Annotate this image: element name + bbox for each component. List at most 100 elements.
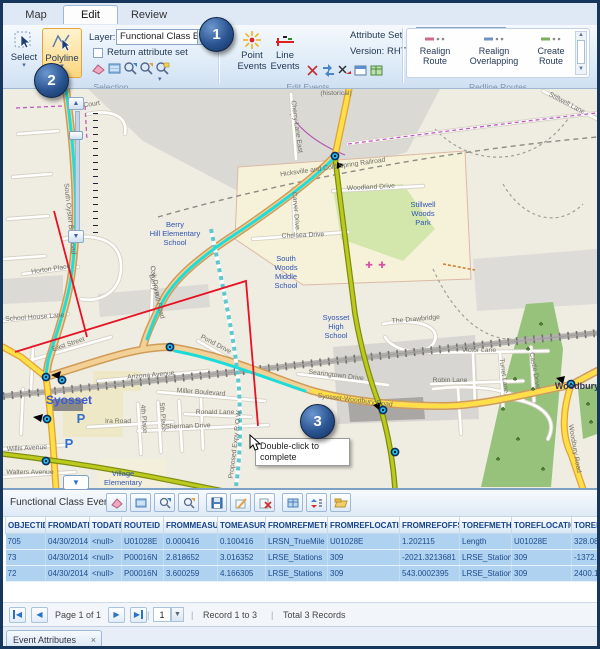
retire-event-icon[interactable]	[337, 63, 352, 78]
show-selected-icon[interactable]	[130, 493, 151, 512]
ribbon-tab-bar: Map Edit Review	[3, 3, 597, 26]
svg-text:Woods: Woods	[274, 263, 297, 272]
parking-icon: P	[65, 436, 74, 451]
select-caret[interactable]: ▾	[7, 63, 41, 68]
svg-text:Village: Village	[112, 469, 134, 478]
delete-icon[interactable]	[254, 493, 275, 512]
map-tooltip: Double-click to complete	[255, 438, 350, 466]
svg-text:High: High	[328, 322, 343, 331]
zoom-slider-handle[interactable]	[69, 131, 83, 140]
svg-text:Hill Elementary: Hill Elementary	[150, 229, 201, 238]
svg-text:♣: ♣	[516, 436, 521, 443]
town-label-syosset: Syosset	[46, 393, 92, 407]
open-folder-icon[interactable]	[330, 493, 351, 512]
page-number-input[interactable]: 1	[153, 607, 171, 622]
layer-label: Layer:	[89, 32, 115, 43]
line-events-button[interactable]: Line Events	[269, 28, 301, 78]
select-icon	[13, 30, 35, 52]
first-page-button[interactable]: ◀	[9, 607, 26, 623]
realign-route-button[interactable]: Realign Route	[410, 31, 460, 75]
selection-list-icon[interactable]	[107, 61, 122, 76]
layer-combo[interactable]: Functional Class Event	[116, 29, 198, 45]
panel-header: Functional Class Event	[3, 490, 597, 517]
polyline-icon	[51, 31, 73, 53]
last-page-button[interactable]: ▶	[130, 607, 147, 623]
next-page-button[interactable]: ▶	[108, 607, 125, 623]
zoom-to-record-icon[interactable]	[154, 493, 175, 512]
redline-panel: Realign Route Realign Overlapping Create…	[406, 28, 590, 78]
map-collapse-button[interactable]: ▼	[63, 475, 89, 489]
ribbon: Select ▾ Polyline ▾ Layer: Functional Cl…	[3, 25, 597, 89]
pan-to-selection-icon[interactable]	[139, 61, 154, 76]
line-events-label: Line Events	[270, 50, 299, 72]
bottom-tab-strip: Event Attributes ×	[3, 626, 597, 649]
return-attribute-set-label: Return attribute set	[107, 47, 188, 58]
tab-event-attributes[interactable]: Event Attributes ×	[6, 630, 102, 649]
svg-text:Ronald Lane: Ronald Lane	[196, 409, 235, 416]
parking-icon: P	[77, 411, 86, 426]
realign-overlapping-label: Realign Overlapping	[470, 46, 519, 66]
create-route-button[interactable]: Create Route	[528, 31, 574, 75]
zoom-slider-track[interactable]	[75, 111, 80, 231]
callout-2: 2	[34, 63, 69, 98]
create-route-icon	[540, 35, 562, 43]
edit-icon[interactable]	[230, 493, 251, 512]
zoom-in-button[interactable]: ▲	[68, 97, 84, 110]
realign-overlapping-icon	[483, 35, 505, 43]
selection-options-icon[interactable]	[155, 61, 170, 76]
realign-overlapping-button[interactable]: Realign Overlapping	[462, 31, 526, 75]
save-icon[interactable]	[206, 493, 227, 512]
record-range-text: Record 1 to 3	[203, 610, 257, 620]
svg-text:Stillwell: Stillwell	[410, 200, 435, 209]
svg-text:Walters Avenue: Walters Avenue	[6, 469, 53, 476]
table-row[interactable]: 7304/30/2014<null> P00016N2.8186523.0163…	[6, 550, 600, 566]
clear-selection-icon[interactable]	[91, 61, 106, 76]
svg-text:(historical): (historical)	[320, 90, 351, 97]
realign-route-icon	[424, 35, 446, 43]
table-row[interactable]: 7204/30/2014<null> P00016N3.6002594.1663…	[6, 566, 600, 582]
table-header-row[interactable]: OBJECTIDFROMDATETODATE ROUTEIDFROMMEASUR…	[6, 517, 600, 534]
prev-page-button[interactable]: ◀	[31, 607, 48, 623]
split-event-icon[interactable]	[305, 63, 320, 78]
point-events-label: Point Events	[237, 50, 266, 72]
attribute-set-label: Attribute Set:	[350, 30, 405, 41]
merge-events-icon[interactable]	[321, 63, 336, 78]
sort-icon[interactable]	[306, 493, 327, 512]
event-records-table: OBJECTIDFROMDATETODATE ROUTEIDFROMMEASUR…	[5, 517, 600, 582]
select-record-icon[interactable]	[106, 493, 127, 512]
tab-review[interactable]: Review	[120, 5, 178, 24]
svg-text:Victor Lane: Victor Lane	[462, 347, 496, 354]
point-events-button[interactable]: Point Events	[236, 28, 268, 78]
tab-map[interactable]: Map	[11, 5, 61, 24]
pager-bar: ◀ ◀ Page 1 of 1 ▶ ▶ | 1 ▼ | Record 1 to …	[3, 602, 597, 627]
svg-text:♣: ♣	[589, 419, 594, 426]
redline-scrollbar[interactable]: ▲▼	[575, 31, 587, 75]
close-tab-icon[interactable]: ×	[91, 631, 96, 649]
line-events-icon	[275, 30, 295, 50]
town-label-woodbury: Woodbury	[555, 381, 597, 391]
pager-separator: |	[191, 610, 193, 620]
tab-edit[interactable]: Edit	[63, 5, 118, 24]
svg-text:Berry: Berry	[166, 220, 184, 229]
zoom-to-selection-icon[interactable]	[123, 61, 138, 76]
zoom-slider-ticks	[93, 113, 98, 239]
page-number-dropdown[interactable]: ▼	[171, 607, 184, 622]
svg-text:Park: Park	[415, 218, 431, 227]
event-attributes-panel: Functional Class Event OBJECTIDFROMDATET…	[3, 488, 597, 649]
map-canvas[interactable]: ♣♣♣ ♣♣♣ ♣♣♣♣ ✚ ✚ P P Fort Court Cherry L…	[3, 88, 597, 489]
return-attribute-set-checkbox[interactable]	[93, 48, 103, 58]
callout-3: 3	[300, 404, 335, 439]
event-table-icon[interactable]	[369, 63, 384, 78]
pan-to-record-icon[interactable]	[178, 493, 199, 512]
event-window-icon[interactable]	[353, 63, 368, 78]
svg-text:School: School	[325, 331, 348, 340]
table-row[interactable]: 70504/30/2014<null> U01028E0.0004160.100…	[6, 534, 600, 550]
point-events-icon	[242, 30, 262, 50]
svg-text:School: School	[164, 238, 187, 247]
app-window: Map Edit Review Select ▾ Polyline ▾ Laye…	[0, 0, 600, 649]
zoom-out-button[interactable]: ▼	[68, 230, 84, 243]
svg-text:School: School	[275, 281, 298, 290]
map-zoom-slider[interactable]: ▲ ▼	[66, 97, 100, 247]
attribute-table-icon[interactable]	[282, 493, 303, 512]
pager-separator: |	[271, 610, 273, 620]
